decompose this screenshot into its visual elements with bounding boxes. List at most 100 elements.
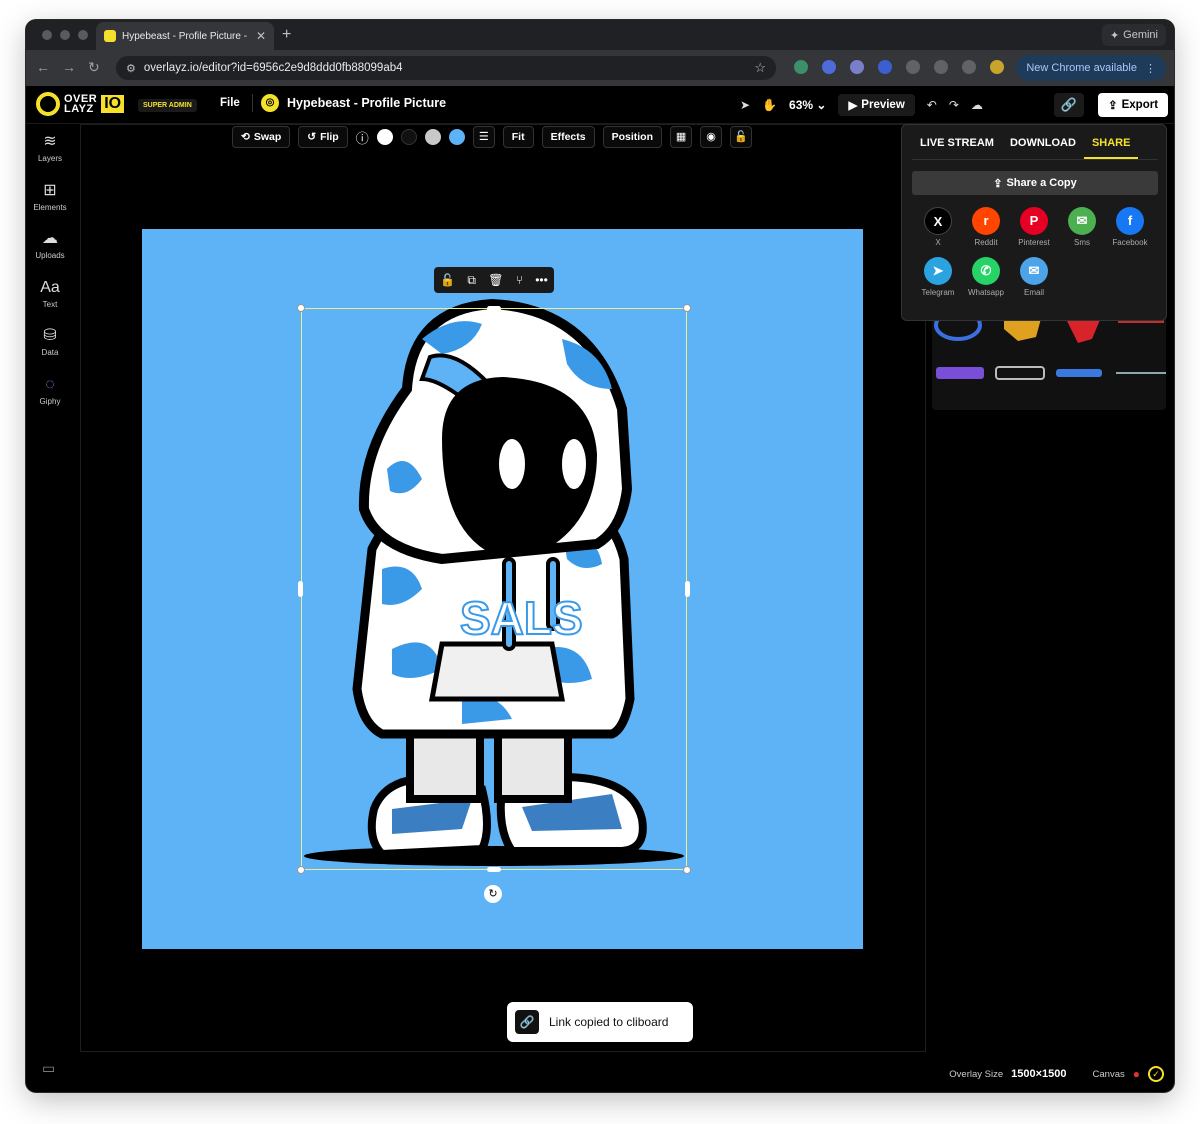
color-swatch-blue[interactable] — [448, 129, 465, 145]
window-controls[interactable] — [42, 30, 88, 40]
fit-button[interactable]: Fit — [502, 126, 534, 148]
extension-icon[interactable] — [878, 60, 892, 74]
project-title-group[interactable]: ◎ Hypebeast - Profile Picture — [252, 94, 446, 112]
preview-label: Preview — [861, 99, 905, 111]
unlock-icon[interactable]: 🔓 — [440, 273, 455, 287]
play-icon: ▶ — [848, 100, 858, 112]
extension-icon[interactable] — [794, 60, 808, 74]
resize-handle-s[interactable] — [487, 867, 501, 872]
link-icon: 🔗 — [1060, 97, 1078, 112]
share-popover: LIVE STREAM DOWNLOAD SHARE ⇪ Share a Cop… — [901, 124, 1167, 321]
extension-icon[interactable] — [850, 60, 864, 74]
share-telegram[interactable]: ➤ Telegram — [914, 257, 962, 297]
overlay-size-value[interactable]: 1500×1500 — [1011, 1068, 1066, 1080]
sidebar-item-layers[interactable]: ≋ Layers — [26, 132, 74, 163]
forward-icon[interactable]: → — [62, 59, 76, 76]
tab-live-stream[interactable]: LIVE STREAM — [912, 137, 1002, 159]
share-sms[interactable]: ✉ Sms — [1058, 207, 1106, 247]
share-facebook[interactable]: f Facebook — [1106, 207, 1154, 247]
visibility-eye-icon[interactable]: ◉ — [700, 126, 723, 148]
extension-icon[interactable] — [962, 60, 976, 74]
share-pinterest[interactable]: P Pinterest — [1010, 207, 1058, 247]
color-swatch-gray[interactable] — [424, 129, 441, 145]
element-thumbnails[interactable] — [932, 309, 1166, 410]
export-label: Export — [1121, 99, 1159, 111]
duplicate-icon[interactable]: ⧉ — [467, 273, 476, 288]
tab-share[interactable]: SHARE — [1083, 137, 1139, 159]
color-swatch-white[interactable] — [376, 129, 393, 145]
tab-download[interactable]: DOWNLOAD — [1002, 137, 1084, 159]
resize-handle-w[interactable] — [298, 581, 303, 597]
logo-io: IO — [101, 95, 125, 113]
redo-icon[interactable]: ↷ — [949, 98, 959, 112]
transparency-icon[interactable]: ▦ — [670, 126, 693, 148]
check-circle-icon[interactable]: ✓ — [1148, 1066, 1164, 1082]
more-vert-icon[interactable]: ⋮ — [1145, 62, 1156, 75]
share-whatsapp[interactable]: ✆ Whatsapp — [962, 257, 1010, 297]
share-reddit[interactable]: r Reddit — [962, 207, 1010, 247]
sidebar-item-data[interactable]: ⛁ Data — [26, 326, 74, 357]
resize-handle-se[interactable] — [683, 866, 691, 874]
hand-pan-icon[interactable]: ✋ — [762, 98, 777, 112]
canvas-thumb-icon[interactable]: ● — [1133, 1067, 1140, 1081]
position-button[interactable]: Position — [602, 126, 663, 148]
puzzle-icon[interactable] — [906, 60, 920, 74]
project-title[interactable]: Hypebeast - Profile Picture — [287, 96, 446, 110]
cloud-save-icon[interactable]: ☁ — [971, 98, 983, 112]
sidebar-item-elements[interactable]: ⊞ Elements — [26, 181, 74, 212]
file-menu[interactable]: File — [220, 97, 240, 109]
effects-button[interactable]: Effects — [541, 126, 595, 148]
align-icon[interactable]: ☰ — [472, 126, 495, 148]
sidebar-item-uploads[interactable]: ☁ Uploads — [26, 229, 74, 260]
copy-link-button[interactable]: 🔗 — [1054, 93, 1084, 117]
select-pointer-icon[interactable]: ➤ — [740, 98, 750, 112]
resize-handle-ne[interactable] — [683, 304, 691, 312]
omnibox[interactable]: ⚙ overlayz.io/editor?id=6956c2e9d8ddd0fb… — [116, 56, 776, 80]
share-target-label: Email — [1023, 288, 1044, 297]
sms-icon: ✉ — [1068, 207, 1096, 235]
share-copy-button[interactable]: ⇪ Share a Copy — [912, 171, 1158, 195]
logo-text-bottom: LAYZ — [64, 103, 94, 115]
resize-handle-e[interactable] — [685, 581, 690, 597]
reload-icon[interactable]: ↻ — [88, 59, 100, 76]
more-horizontal-icon[interactable]: ••• — [535, 273, 548, 287]
share-x[interactable]: X X — [914, 207, 962, 247]
trash-icon[interactable]: 🗑 — [488, 273, 503, 287]
extension-icon[interactable] — [990, 60, 1004, 74]
selection-box[interactable] — [301, 308, 687, 870]
flip-button[interactable]: ↺ Flip — [298, 126, 348, 148]
rotate-handle-icon[interactable]: ↻ — [484, 885, 502, 903]
site-settings-icon[interactable]: ⚙ — [126, 62, 136, 75]
export-button[interactable]: ⇪ Export — [1098, 93, 1168, 117]
extension-icon[interactable] — [934, 60, 948, 74]
sidebar-item-giphy[interactable]: ◌ Giphy — [26, 375, 74, 406]
color-swatch-black[interactable] — [400, 129, 417, 145]
share-copy-label: Share a Copy — [1006, 177, 1077, 189]
new-tab-icon[interactable]: + — [282, 26, 291, 44]
share-email[interactable]: ✉ Email — [1010, 257, 1058, 297]
extension-icon[interactable] — [822, 60, 836, 74]
undo-icon[interactable]: ↶ — [927, 98, 937, 112]
gemini-button[interactable]: ✦ Gemini — [1101, 24, 1166, 46]
resize-handle-sw[interactable] — [297, 866, 305, 874]
swap-button[interactable]: ⟲ Swap — [232, 126, 291, 148]
info-icon[interactable]: ⓘ — [356, 128, 369, 147]
giphy-icon: ◌ — [45, 376, 55, 393]
browser-tab[interactable]: Hypebeast - Profile Picture - ✕ — [96, 22, 274, 50]
close-tab-icon[interactable]: ✕ — [256, 29, 266, 43]
fit-label: Fit — [511, 131, 525, 143]
overlayz-logo[interactable]: OVER LAYZ IO — [36, 92, 125, 116]
back-icon[interactable]: ← — [36, 59, 50, 76]
sidebar-item-text[interactable]: Aa Text — [26, 278, 74, 309]
extension-icons — [794, 60, 1004, 74]
lock-icon[interactable]: 🔓 — [730, 126, 753, 148]
resize-handle-n[interactable] — [487, 306, 501, 311]
reddit-icon: r — [972, 207, 1000, 235]
branch-icon[interactable]: ⑂ — [516, 273, 523, 287]
bookmark-star-icon[interactable]: ☆ — [754, 60, 766, 76]
briefcase-icon[interactable]: ▭ — [42, 1060, 55, 1077]
zoom-select[interactable]: 63% ⌄ — [789, 98, 826, 112]
resize-handle-nw[interactable] — [297, 304, 305, 312]
preview-button[interactable]: ▶ Preview — [838, 94, 915, 116]
chrome-update-button[interactable]: New Chrome available ⋮ — [1016, 55, 1166, 81]
